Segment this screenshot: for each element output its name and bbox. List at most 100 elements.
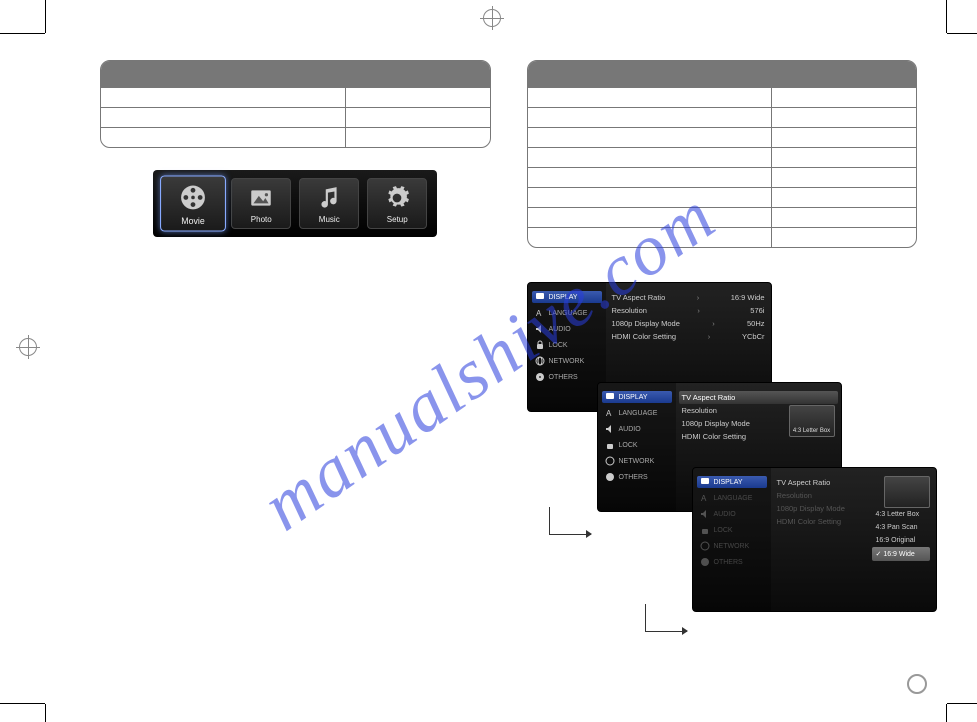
- letter-a-icon: A: [605, 408, 615, 418]
- table-row: [101, 127, 490, 147]
- osd-sidebar: DISPLAY A LANGUAGE AUDIO LOCK NETWORK OTH…: [528, 283, 606, 411]
- home-menu-music[interactable]: Music: [299, 178, 359, 229]
- sidebar-item-audio[interactable]: AUDIO: [532, 323, 602, 335]
- flow-arrow: [549, 507, 591, 535]
- svg-text:A: A: [606, 409, 612, 418]
- osd-sidebar: DISPLAY A LANGUAGE AUDIO LOCK NETWORK OTH…: [693, 468, 771, 611]
- setting-value: 16:9 Wide: [731, 293, 765, 302]
- home-menu-movie[interactable]: Movie: [160, 175, 226, 231]
- option-4-3-letterbox[interactable]: 4:3 Letter Box: [872, 508, 930, 521]
- monitor-icon: [700, 477, 710, 487]
- option-16-9-wide[interactable]: 16:9 Wide: [872, 547, 930, 561]
- sidebar-item-network[interactable]: NETWORK: [697, 540, 767, 552]
- table-row: [528, 127, 917, 147]
- setting-value: 576i: [750, 306, 764, 315]
- sidebar-label: AUDIO: [549, 326, 571, 333]
- sidebar-item-audio[interactable]: AUDIO: [602, 423, 672, 435]
- network-icon: [535, 356, 545, 366]
- crop-mark: [0, 703, 45, 704]
- home-item-label: Photo: [251, 215, 272, 224]
- crop-mark: [45, 0, 46, 33]
- crop-mark: [946, 0, 947, 33]
- preview-label: 4:3 Letter Box: [793, 428, 830, 434]
- sidebar-label: LANGUAGE: [714, 495, 753, 502]
- sidebar-label: AUDIO: [714, 511, 736, 518]
- sidebar-item-display[interactable]: DISPLAY: [697, 476, 767, 488]
- setting-row[interactable]: 1080p Display Mode›50Hz: [612, 317, 765, 330]
- sidebar-item-network[interactable]: NETWORK: [532, 355, 602, 367]
- lock-icon: [535, 340, 545, 350]
- sidebar-item-network[interactable]: NETWORK: [602, 455, 672, 467]
- sidebar-item-others[interactable]: OTHERS: [532, 371, 602, 383]
- setting-label: 1080p Display Mode: [682, 419, 750, 428]
- home-menu-setup[interactable]: Setup: [367, 178, 427, 229]
- sidebar-item-audio[interactable]: AUDIO: [697, 508, 767, 520]
- home-item-label: Music: [319, 215, 340, 224]
- setting-label: 1080p Display Mode: [777, 504, 845, 513]
- setting-row[interactable]: TV Aspect Ratio: [679, 391, 838, 404]
- table-row: [528, 87, 917, 107]
- table-row: [528, 207, 917, 227]
- setting-value: YCbCr: [742, 332, 765, 341]
- page-circle: [907, 674, 927, 694]
- setting-label: Resolution: [682, 406, 717, 415]
- table-row: [101, 87, 490, 107]
- svg-text:A: A: [536, 309, 542, 318]
- option-16-9-original[interactable]: 16:9 Original: [872, 534, 930, 547]
- sidebar-label: OTHERS: [619, 474, 648, 481]
- setting-label: HDMI Color Setting: [682, 432, 747, 441]
- letter-a-icon: A: [700, 493, 710, 503]
- music-icon: [316, 185, 342, 211]
- sidebar-label: AUDIO: [619, 426, 641, 433]
- svg-text:A: A: [701, 494, 707, 503]
- table-row: [528, 107, 917, 127]
- network-icon: [605, 456, 615, 466]
- sidebar-item-language[interactable]: A LANGUAGE: [532, 307, 602, 319]
- sidebar-item-display[interactable]: DISPLAY: [602, 391, 672, 403]
- chevron-right-icon: ›: [708, 319, 719, 328]
- photo-icon: [248, 185, 274, 211]
- network-icon: [700, 541, 710, 551]
- setting-label: Resolution: [777, 491, 812, 500]
- setting-label: TV Aspect Ratio: [682, 393, 736, 402]
- aspect-ratio-options: 4:3 Letter Box 4:3 Pan Scan 16:9 Origina…: [872, 508, 930, 561]
- sidebar-item-language[interactable]: A LANGUAGE: [697, 492, 767, 504]
- sidebar-item-language[interactable]: ALANGUAGE: [602, 407, 672, 419]
- speaker-icon: [700, 509, 710, 519]
- sidebar-label: DISPLAY: [714, 479, 743, 486]
- crop-mark: [947, 703, 977, 704]
- sidebar-item-lock[interactable]: LOCK: [697, 524, 767, 536]
- setting-row[interactable]: Resolution›576i: [612, 304, 765, 317]
- crop-mark: [946, 704, 947, 722]
- gear-icon: [384, 185, 410, 211]
- registration-mark: [16, 335, 40, 359]
- option-4-3-panscan[interactable]: 4:3 Pan Scan: [872, 521, 930, 534]
- crop-mark: [0, 33, 45, 34]
- setting-row[interactable]: HDMI Color Setting › YCbCr: [612, 330, 765, 343]
- sidebar-item-lock[interactable]: LOCK: [532, 339, 602, 351]
- table-header: [528, 61, 917, 87]
- sidebar-item-others[interactable]: OTHERS: [602, 471, 672, 483]
- setting-label: TV Aspect Ratio: [777, 478, 831, 487]
- right-table: [527, 60, 918, 248]
- film-reel-icon: [179, 183, 208, 212]
- sidebar-label: DISPLAY: [619, 394, 648, 401]
- sidebar-label: LANGUAGE: [549, 310, 588, 317]
- osd-sidebar: DISPLAY ALANGUAGE AUDIO LOCK NETWORK OTH…: [598, 383, 676, 511]
- setting-value: 50Hz: [747, 319, 765, 328]
- monitor-icon: [535, 292, 545, 302]
- sidebar-item-others[interactable]: OTHERS: [697, 556, 767, 568]
- setting-row[interactable]: TV Aspect Ratio›16:9 Wide: [612, 291, 765, 304]
- sidebar-item-display[interactable]: DISPLAY: [532, 291, 602, 303]
- sidebar-label: LOCK: [714, 527, 733, 534]
- setting-label: HDMI Color Setting: [612, 332, 677, 341]
- home-menu-photo[interactable]: Photo: [231, 178, 291, 229]
- chevron-right-icon: ›: [704, 332, 715, 341]
- crop-mark: [45, 704, 46, 722]
- sidebar-label: OTHERS: [714, 559, 743, 566]
- sidebar-item-lock[interactable]: LOCK: [602, 439, 672, 451]
- letter-a-icon: A: [535, 308, 545, 318]
- speaker-icon: [535, 324, 545, 334]
- chevron-right-icon: ›: [693, 293, 704, 302]
- disc-icon: [535, 372, 545, 382]
